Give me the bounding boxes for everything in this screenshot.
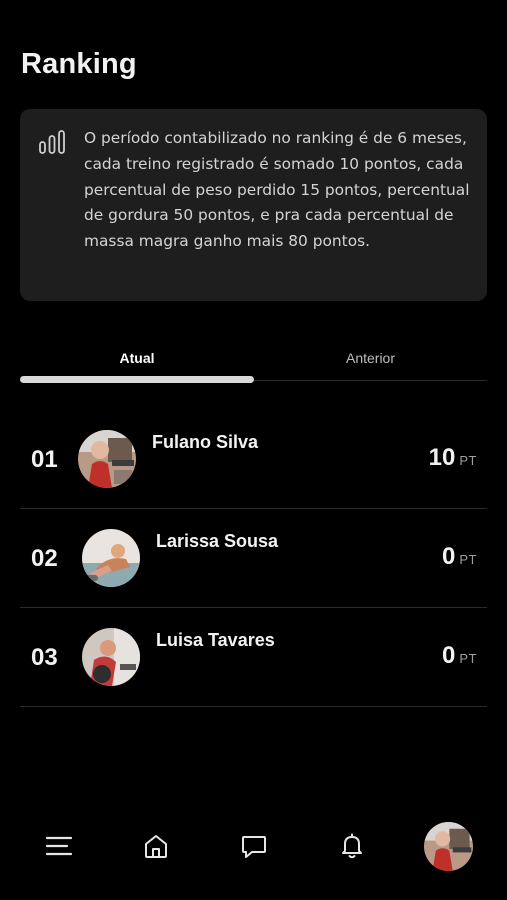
points-value: 0 PT [442, 543, 477, 571]
rank-position: 01 [31, 446, 58, 473]
avatar [78, 430, 136, 488]
tab-atual[interactable]: Atual [20, 350, 254, 366]
avatar [82, 529, 140, 587]
menu-icon[interactable] [45, 832, 73, 860]
points-number: 10 [428, 444, 456, 471]
points-value: 0 PT [442, 642, 477, 670]
athlete-name: Larissa Sousa [156, 531, 279, 551]
ranking-screen: Ranking O período contabilizado no ranki… [0, 0, 507, 900]
athlete-name: Fulano Silva [152, 432, 259, 452]
rank-position: 02 [31, 545, 58, 572]
profile-avatar[interactable] [424, 822, 473, 871]
active-tab-indicator [20, 376, 254, 383]
avatar [82, 628, 140, 686]
ranking-row[interactable]: 02 Larissa Sousa 0 PT [20, 509, 487, 608]
points-unit: PT [459, 552, 477, 567]
bottom-navigation [0, 810, 507, 884]
home-icon[interactable] [142, 832, 170, 860]
points-unit: PT [459, 453, 477, 468]
ranking-rules-text: O período contabilizado no ranking é de … [84, 129, 470, 251]
bar-chart-icon [39, 130, 65, 154]
athlete-name: Luisa Tavares [156, 630, 275, 650]
ranking-list: 01 Fulano Silva 10 PT 02 Larissa Sousa 0… [20, 410, 487, 707]
tab-anterior[interactable]: Anterior [254, 350, 487, 366]
info-card: O período contabilizado no ranking é de … [20, 109, 487, 301]
ranking-row[interactable]: 03 Luisa Tavares 0 PT [20, 608, 487, 707]
period-tabs: Atual Anterior [20, 340, 487, 384]
points-number: 0 [442, 543, 456, 570]
rank-position: 03 [31, 644, 58, 671]
points-unit: PT [459, 651, 477, 666]
bell-icon[interactable] [338, 832, 366, 860]
ranking-row[interactable]: 01 Fulano Silva 10 PT [20, 410, 487, 509]
points-value: 10 PT [429, 444, 477, 472]
page-title: Ranking [21, 48, 137, 80]
chat-icon[interactable] [240, 832, 268, 860]
points-number: 0 [442, 642, 456, 669]
